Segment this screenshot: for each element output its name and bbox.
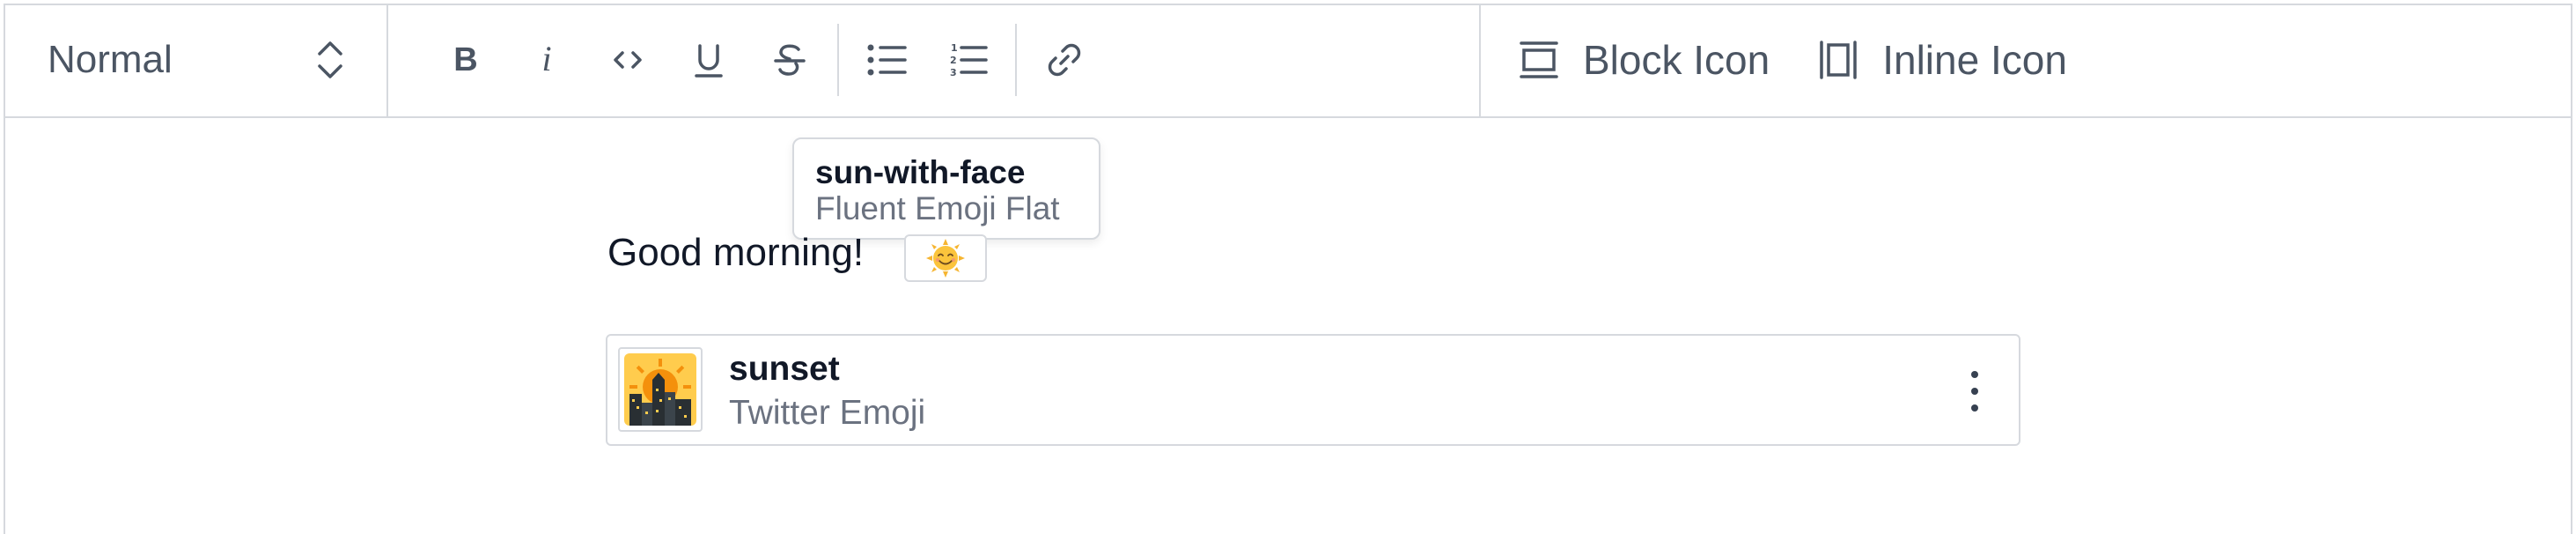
bold-button[interactable]: B bbox=[425, 20, 506, 100]
inline-icon-icon bbox=[1820, 41, 1857, 79]
more-options-icon[interactable] bbox=[1966, 371, 1984, 412]
toolbar: Normal B i 1 2 3 Block Icon Inline Icon bbox=[4, 4, 2572, 118]
toolbar-divider bbox=[1015, 24, 1017, 96]
inline-icon-label: Inline Icon bbox=[1882, 37, 2067, 83]
sunset-icon bbox=[624, 353, 696, 426]
block-type-label: Normal bbox=[48, 38, 173, 81]
italic-icon: i bbox=[541, 42, 551, 78]
svg-text:2: 2 bbox=[950, 55, 957, 66]
link-icon bbox=[1048, 43, 1081, 77]
emoji-tooltip: sun-with-face Fluent Emoji Flat bbox=[792, 137, 1100, 240]
block-icon-source: Twitter Emoji bbox=[729, 394, 926, 432]
italic-button[interactable]: i bbox=[506, 20, 587, 100]
svg-text:1: 1 bbox=[951, 42, 958, 54]
code-button[interactable] bbox=[587, 20, 668, 100]
inline-icon-button[interactable]: Inline Icon bbox=[1817, 36, 2067, 84]
sun-with-face-icon bbox=[926, 239, 965, 278]
block-icon-icon bbox=[1520, 41, 1558, 78]
strikethrough-icon bbox=[774, 44, 806, 76]
chevron-up-down-icon bbox=[316, 36, 344, 84]
block-icon-card[interactable]: sunset Twitter Emoji bbox=[606, 334, 2020, 446]
bulleted-list-icon bbox=[867, 44, 907, 76]
tooltip-subtitle: Fluent Emoji Flat bbox=[815, 190, 1060, 226]
inline-emoji[interactable] bbox=[904, 234, 987, 282]
svg-text:i: i bbox=[541, 42, 551, 78]
bulleted-list-button[interactable] bbox=[846, 20, 927, 100]
block-icon-thumbnail bbox=[618, 347, 703, 432]
numbered-list-icon: 1 2 3 bbox=[950, 42, 988, 78]
block-icon-label: Block Icon bbox=[1583, 37, 1770, 83]
underline-icon bbox=[695, 44, 723, 78]
block-icon-name: sunset bbox=[729, 350, 840, 388]
code-icon bbox=[614, 51, 642, 69]
toolbar-divider bbox=[837, 24, 839, 96]
insert-icon-group: Block Icon Inline Icon bbox=[1479, 4, 2115, 116]
svg-text:B: B bbox=[453, 42, 477, 78]
tooltip-title: sun-with-face bbox=[815, 154, 1026, 190]
svg-text:3: 3 bbox=[950, 67, 957, 78]
paragraph-text[interactable]: Good morning! bbox=[607, 231, 864, 275]
link-button[interactable] bbox=[1024, 20, 1105, 100]
bold-icon: B bbox=[453, 42, 477, 78]
block-type-select[interactable]: Normal bbox=[4, 4, 388, 116]
block-icon-button[interactable]: Block Icon bbox=[1518, 36, 1770, 84]
numbered-list-button[interactable]: 1 2 3 bbox=[927, 20, 1008, 100]
format-button-group: B i 1 2 3 bbox=[388, 4, 1105, 116]
strikethrough-button[interactable] bbox=[749, 20, 830, 100]
underline-button[interactable] bbox=[668, 20, 749, 100]
